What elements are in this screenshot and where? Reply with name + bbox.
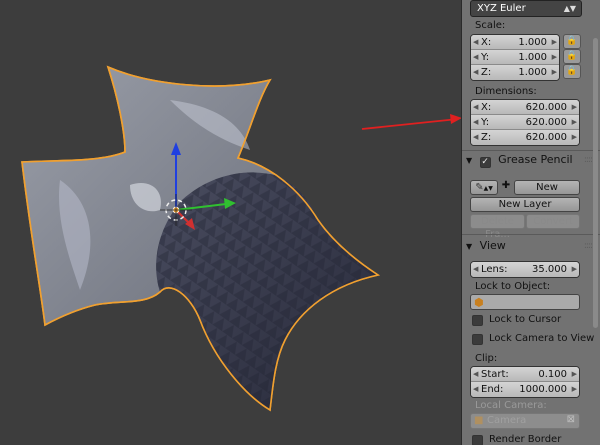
decrement-arrow-icon[interactable]: ◀ xyxy=(473,65,478,80)
local-camera-field[interactable]: ■ Camera ⊠ xyxy=(470,413,580,429)
lock-camera-to-view-label: Lock Camera to View xyxy=(489,333,595,344)
dimensions-fields: ◀ X: 620.000 ▶ ◀ Y: 620.000 ▶ ◀ Z: 620.0… xyxy=(470,99,580,146)
scale-z-field[interactable]: ◀ Z: 1.000 ▶ xyxy=(471,65,559,80)
grease-pencil-checkbox[interactable]: ✓ xyxy=(479,157,491,168)
decrement-arrow-icon[interactable]: ◀ xyxy=(473,35,478,50)
increment-arrow-icon[interactable]: ▶ xyxy=(572,115,577,130)
delete-frame-button[interactable]: Delete Fra... xyxy=(470,214,525,240)
scale-y-field[interactable]: ◀ Y: 1.000 ▶ xyxy=(471,50,559,65)
decrement-arrow-icon[interactable]: ◀ xyxy=(473,262,478,277)
lock-scale-z-button[interactable]: 🔒 xyxy=(563,64,581,79)
pencil-mode-selector[interactable]: ✎▲▼ xyxy=(470,180,498,195)
clip-start-field[interactable]: ◀ Start: 0.100 ▶ xyxy=(471,367,579,382)
dimension-x-field[interactable]: ◀ X: 620.000 ▶ xyxy=(471,100,579,115)
lock-icon: 🔒 xyxy=(566,36,578,46)
properties-panel: XYZ Euler ▲▼ Scale: ◀ X: 1.000 ▶ ◀ Y: 1.… xyxy=(461,0,600,445)
cube-icon: ⬢ xyxy=(474,296,484,309)
decrement-arrow-icon[interactable]: ◀ xyxy=(473,367,478,382)
increment-arrow-icon[interactable]: ▶ xyxy=(552,50,557,65)
lock-scale-x-button[interactable]: 🔒 xyxy=(563,34,581,49)
increment-arrow-icon[interactable]: ▶ xyxy=(572,367,577,382)
lock-camera-to-view-checkbox[interactable] xyxy=(472,334,483,345)
lens-row: ◀ Lens: 35.000 ▶ xyxy=(471,262,579,277)
rotation-mode-value: XYZ Euler xyxy=(477,3,526,14)
3d-viewport[interactable] xyxy=(0,0,461,445)
increment-arrow-icon[interactable]: ▶ xyxy=(552,65,557,80)
view-header[interactable]: ▼ View xyxy=(466,239,506,252)
new-grease-pencil-button[interactable]: New xyxy=(514,180,580,195)
chevron-updown-icon: ▲▼ xyxy=(483,185,493,192)
disclosure-triangle-icon[interactable]: ▼ xyxy=(466,242,472,251)
panel-scrollbar[interactable] xyxy=(593,38,598,328)
panel-grip-icon[interactable]: :::: xyxy=(584,155,593,165)
viewport-canvas[interactable] xyxy=(0,0,461,445)
panel-grip-icon[interactable]: :::: xyxy=(584,241,593,251)
dimension-z-field[interactable]: ◀ Z: 620.000 ▶ xyxy=(471,130,579,145)
lock-to-cursor-label: Lock to Cursor xyxy=(489,314,562,325)
chevron-updown-icon: ▲▼ xyxy=(563,4,576,13)
disclosure-triangle-icon[interactable]: ▼ xyxy=(466,156,472,165)
increment-arrow-icon[interactable]: ▶ xyxy=(572,382,577,397)
decrement-arrow-icon[interactable]: ◀ xyxy=(473,100,478,115)
scale-label: Scale: xyxy=(475,20,506,31)
rotation-mode-dropdown[interactable]: XYZ Euler ▲▼ xyxy=(470,0,582,17)
local-camera-label: Local Camera: xyxy=(475,400,547,411)
decrement-arrow-icon[interactable]: ◀ xyxy=(473,115,478,130)
lock-to-cursor-checkbox[interactable] xyxy=(472,315,483,326)
increment-arrow-icon[interactable]: ▶ xyxy=(552,35,557,50)
lock-to-object-label: Lock to Object: xyxy=(475,281,551,292)
lens-field[interactable]: ◀ Lens: 35.000 ▶ xyxy=(470,261,580,278)
decrement-arrow-icon[interactable]: ◀ xyxy=(473,130,478,145)
clip-fields: ◀ Start: 0.100 ▶ ◀ End: 1000.000 ▶ xyxy=(470,366,580,398)
annotation-arrow xyxy=(361,114,461,130)
mesh-object[interactable] xyxy=(21,65,381,412)
dimension-y-field[interactable]: ◀ Y: 620.000 ▶ xyxy=(471,115,579,130)
lock-scale-y-button[interactable]: 🔒 xyxy=(563,49,581,64)
plus-icon[interactable]: ✚ xyxy=(500,180,512,191)
lock-icon: 🔒 xyxy=(566,51,578,61)
close-icon[interactable]: ⊠ xyxy=(567,414,575,425)
render-border-label: Render Border xyxy=(489,434,562,445)
scale-x-field[interactable]: ◀ X: 1.000 ▶ xyxy=(471,35,559,50)
view-title: View xyxy=(479,239,506,252)
divider xyxy=(462,234,600,235)
decrement-arrow-icon[interactable]: ◀ xyxy=(473,50,478,65)
lock-icon: 🔒 xyxy=(566,66,578,76)
lock-to-object-field[interactable]: ⬢ xyxy=(470,294,580,310)
clip-end-field[interactable]: ◀ End: 1000.000 ▶ xyxy=(471,382,579,397)
decrement-arrow-icon[interactable]: ◀ xyxy=(473,382,478,397)
render-border-checkbox[interactable] xyxy=(472,435,483,445)
dimensions-label: Dimensions: xyxy=(475,86,537,97)
increment-arrow-icon[interactable]: ▶ xyxy=(572,262,577,277)
pencil-icon: ✎ xyxy=(475,182,484,193)
clip-label: Clip: xyxy=(475,353,498,364)
convert-button[interactable]: Convert xyxy=(526,214,580,229)
grease-pencil-header[interactable]: ▼ ✓ Grease Pencil xyxy=(466,153,573,168)
increment-arrow-icon[interactable]: ▶ xyxy=(572,130,577,145)
scale-fields: ◀ X: 1.000 ▶ ◀ Y: 1.000 ▶ ◀ Z: 1.000 ▶ xyxy=(470,34,560,81)
increment-arrow-icon[interactable]: ▶ xyxy=(572,100,577,115)
divider xyxy=(462,150,600,151)
new-layer-button[interactable]: New Layer xyxy=(470,197,580,212)
local-camera-value: Camera xyxy=(487,415,527,426)
camera-icon: ■ xyxy=(474,415,484,426)
grease-pencil-title: Grease Pencil xyxy=(498,153,573,166)
